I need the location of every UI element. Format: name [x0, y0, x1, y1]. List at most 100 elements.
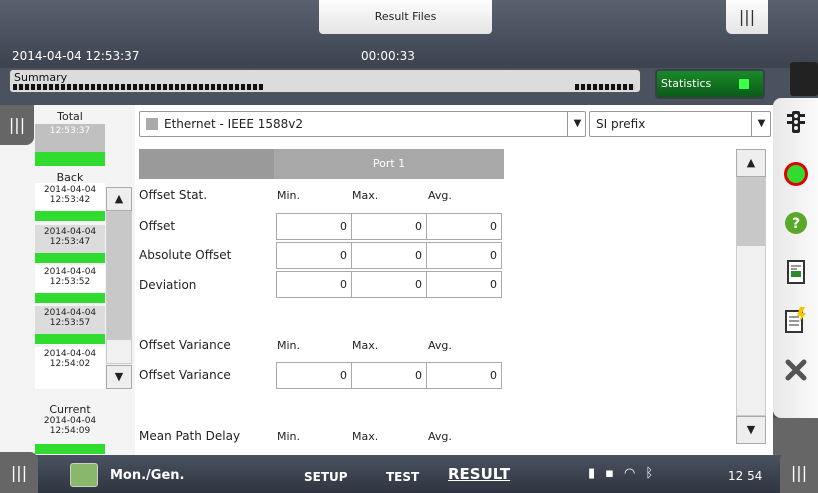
- wifi-icon: ◠: [623, 466, 646, 481]
- value-cell: 0: [426, 271, 502, 298]
- port-header: Port 1: [274, 149, 504, 179]
- chevron-down-icon[interactable]: ▼: [567, 112, 587, 136]
- history-item[interactable]: 2014-04-04 12:53:42: [35, 183, 105, 221]
- col-min: Min.: [277, 430, 301, 443]
- section-title: Mean Path Delay: [139, 429, 241, 443]
- bottom-right-handle[interactable]: |||: [780, 452, 818, 493]
- col-avg: Avg.: [428, 339, 452, 352]
- history-item[interactable]: 2014-04-04 12:54:02: [35, 347, 105, 389]
- history-status-bar: [35, 211, 105, 221]
- prefix-select[interactable]: SI prefix ▼: [589, 111, 771, 137]
- value-cell: 0: [426, 362, 502, 389]
- page-title: Result Files: [374, 10, 437, 23]
- statistics-led-icon: [739, 79, 749, 89]
- total-label: Total: [57, 110, 83, 123]
- col-min: Min.: [277, 339, 301, 352]
- value-cell: 0: [276, 271, 352, 298]
- history-date: 2014-04-04: [43, 267, 97, 277]
- top-right-handle[interactable]: |||: [726, 0, 768, 34]
- col-max: Max.: [352, 339, 379, 352]
- clock: 12 54: [728, 469, 763, 483]
- summary-progress-left: [13, 84, 263, 90]
- value-cell: 0: [351, 271, 427, 298]
- scroll-up-icon[interactable]: ▲: [736, 149, 766, 177]
- left-panel-handle[interactable]: |||: [0, 105, 34, 145]
- module-icon[interactable]: [70, 463, 98, 487]
- value-cell: 0: [351, 362, 427, 389]
- edit-report-icon[interactable]: [773, 306, 818, 346]
- summary-bar[interactable]: Summary: [9, 69, 641, 93]
- history-date: 2014-04-04: [43, 308, 97, 318]
- usb-icon: ▪: [605, 466, 624, 481]
- history-scroll-thumb[interactable]: [107, 212, 131, 340]
- history-time: 12:54:02: [49, 359, 91, 369]
- prefix-value: SI prefix: [596, 117, 646, 131]
- bottom-left-handle[interactable]: |||: [0, 452, 38, 493]
- history-time: 12:53:57: [49, 318, 91, 328]
- value-cell: 0: [276, 362, 352, 389]
- history-scroll-down-icon[interactable]: ▼: [106, 365, 132, 389]
- title-tab[interactable]: Result Files: [319, 0, 492, 34]
- history-item[interactable]: 2014-04-04 12:53:47: [35, 225, 105, 263]
- statistics-button[interactable]: Statistics: [655, 69, 765, 99]
- scroll-down-icon[interactable]: ▼: [736, 416, 766, 444]
- row-label: Offset Variance: [139, 368, 231, 382]
- battery-icon: ▮: [588, 466, 606, 481]
- statistics-label: Statistics: [661, 77, 712, 90]
- history-status-bar: [35, 293, 105, 303]
- tab-test[interactable]: TEST: [386, 470, 419, 484]
- report-icon[interactable]: [773, 258, 818, 298]
- current-status-bar: [35, 444, 105, 454]
- traffic-light-icon[interactable]: [773, 108, 818, 148]
- history-time: 12:53:52: [49, 277, 91, 287]
- section-title: Offset Variance: [139, 338, 231, 352]
- total-time: 12:53:37: [49, 126, 91, 136]
- tab-setup[interactable]: SETUP: [304, 470, 348, 484]
- svg-text:?: ?: [791, 216, 799, 232]
- current-time: 12:54:09: [49, 426, 91, 436]
- row-label: Deviation: [139, 278, 197, 292]
- record-icon[interactable]: [773, 160, 818, 200]
- value-cell: 0: [351, 213, 427, 240]
- top-right-panel: [790, 62, 818, 96]
- chevron-down-icon[interactable]: ▼: [751, 112, 771, 136]
- col-avg: Avg.: [428, 189, 452, 202]
- results-scroll-thumb[interactable]: [737, 178, 765, 246]
- summary-progress-right: [575, 84, 635, 90]
- value-cell: 0: [351, 242, 427, 269]
- value-cell: 0: [276, 213, 352, 240]
- total-item[interactable]: 12:53:37: [35, 124, 105, 152]
- datetime: 2014-04-04 12:53:37: [12, 49, 140, 63]
- bluetooth-icon: ᛒ: [645, 466, 664, 481]
- system-tray: ▮▪◠ᛒ: [588, 466, 663, 481]
- interface-value: Ethernet - IEEE 1588v2: [164, 117, 304, 131]
- col-min: Min.: [277, 189, 301, 202]
- history-scroll-up-icon[interactable]: ▲: [106, 187, 132, 211]
- history-item[interactable]: 2014-04-04 12:53:52: [35, 265, 105, 303]
- row-label: Absolute Offset: [139, 248, 232, 262]
- history-date: 2014-04-04: [43, 349, 97, 359]
- tools-icon[interactable]: [773, 355, 818, 395]
- col-avg: Avg.: [428, 430, 452, 443]
- current-date: 2014-04-04: [43, 416, 97, 426]
- help-icon[interactable]: ?: [773, 208, 818, 248]
- value-cell: 0: [276, 242, 352, 269]
- history-item[interactable]: 2014-04-04 12:53:57: [35, 306, 105, 344]
- history-time: 12:53:47: [49, 237, 91, 247]
- row-label: Offset: [139, 219, 176, 233]
- value-cell: 0: [426, 213, 502, 240]
- value-cell: 0: [426, 242, 502, 269]
- tab-result[interactable]: RESULT: [448, 465, 510, 483]
- right-toolbar-footer: [773, 418, 818, 455]
- history-time: 12:53:42: [49, 195, 91, 205]
- history-date: 2014-04-04: [43, 227, 97, 237]
- history-status-bar: [35, 253, 105, 263]
- interface-select[interactable]: Ethernet - IEEE 1588v2 ▼: [139, 111, 586, 137]
- module-label[interactable]: Mon./Gen.: [110, 468, 185, 483]
- section-title: Offset Stat.: [139, 188, 208, 202]
- history-date: 2014-04-04: [43, 185, 97, 195]
- col-max: Max.: [352, 189, 379, 202]
- summary-label: Summary: [14, 71, 68, 84]
- col-max: Max.: [352, 430, 379, 443]
- test-timer: 00:00:33: [361, 49, 415, 63]
